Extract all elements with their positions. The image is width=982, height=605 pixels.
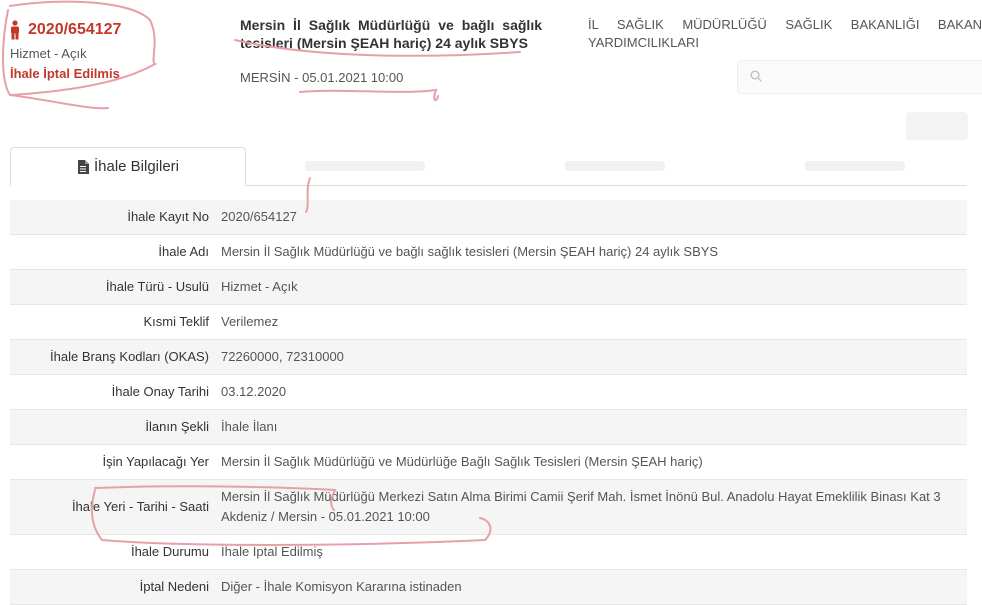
detail-row: İhale Türü - Usulü Hizmet - Açık (10, 269, 967, 305)
tab-4[interactable] (795, 147, 915, 184)
detail-label: Kısmi Teklif (10, 304, 217, 340)
detail-row: Kısmi Teklif Verilemez (10, 304, 967, 340)
detail-row: İşin Yapılacağı Yer Mersin İl Sağlık Müdü… (10, 444, 967, 480)
detail-value: 2020/654127 (217, 200, 967, 235)
detail-value: İhale İptal Edilmiş (217, 534, 967, 570)
tab-tender-info[interactable]: İhale Bilgileri (10, 147, 246, 186)
detail-row: İhale Yeri - Tarihi - Saati Mersin İl Sağ… (10, 479, 967, 535)
detail-row: İptal Nedeni Diğer - İhale Komisyon Karar… (10, 569, 967, 605)
detail-row: İhale Durumu İhale İptal Edilmiş (10, 534, 967, 570)
tender-id-block: 2020/654127 (8, 20, 121, 40)
authority-name: İL SAĞLIK MÜDÜRLÜĞÜ SAĞLIK BAKANLIĞI BAK… (588, 17, 982, 50)
detail-value: Mersin İl Sağlık Müdürlüğü ve bağlı sağl… (217, 234, 967, 270)
detail-row: İhale Kayıt No 2020/654127 (10, 200, 967, 235)
tab-bar: İhale Bilgileri (10, 147, 967, 186)
detail-value: Mersin İl Sağlık Müdürlüğü ve Müdürlüğe … (217, 444, 967, 480)
search-icon (750, 70, 762, 82)
tender-type: Hizmet - Açık (10, 46, 87, 61)
detail-row: İhale Adı Mersin İl Sağlık Müdürlüğü ve b… (10, 234, 967, 270)
detail-label: İhale Onay Tarihi (10, 374, 217, 410)
tab-2[interactable] (280, 147, 450, 184)
blurred-tab-label (565, 160, 665, 171)
detail-label: İptal Nedeni (10, 569, 217, 605)
blurred-tab-label (305, 160, 425, 171)
detail-label: İlanın Şekli (10, 409, 217, 445)
detail-label: İhale Kayıt No (10, 200, 217, 235)
detail-label: İhale Durumu (10, 534, 217, 570)
tender-status: İhale İptal Edilmiş (10, 66, 120, 81)
tender-details-table: İhale Kayıt No 2020/654127 İhale Adı Mersin… (10, 200, 967, 605)
detail-value: Diğer - İhale Komisyon Kararına istinade… (217, 569, 967, 605)
tab-tender-info-label: İhale Bilgileri (93, 158, 180, 175)
detail-row: İhale Branş Kodları (OKAS) 72260000, 7231… (10, 339, 967, 375)
detail-value: Verilemez (217, 304, 967, 340)
detail-row: İlanın Şekli İhale İlanı (10, 409, 967, 445)
detail-value: 03.12.2020 (217, 374, 967, 410)
detail-row: İhale Onay Tarihi 03.12.2020 (10, 374, 967, 410)
detail-value: İhale İlanı (217, 409, 967, 445)
tender-title: Mersin İl Sağlık Müdürlüğü ve bağlı sağl… (240, 17, 542, 51)
detail-label: İhale Yeri - Tarihi - Saati (10, 479, 217, 535)
faded-action-button[interactable] (906, 112, 968, 140)
tender-id: 2020/654127 (28, 21, 122, 38)
blurred-tab-label (805, 160, 905, 171)
location-date: MERSİN - 05.01.2021 10:00 (240, 70, 404, 85)
detail-value: Mersin İl Sağlık Müdürlüğü Merkezi Satın… (217, 479, 967, 535)
detail-value: Hizmet - Açık (217, 269, 967, 305)
detail-label: İhale Adı (10, 234, 217, 270)
detail-label: İhale Branş Kodları (OKAS) (10, 339, 217, 375)
person-icon (11, 20, 19, 40)
tab-3[interactable] (555, 147, 675, 184)
detail-label: İşin Yapılacağı Yer (10, 444, 217, 480)
document-icon (77, 159, 89, 174)
detail-label: İhale Türü - Usulü (10, 269, 217, 305)
detail-value: 72260000, 72310000 (217, 339, 967, 375)
search-input[interactable] (737, 60, 982, 94)
